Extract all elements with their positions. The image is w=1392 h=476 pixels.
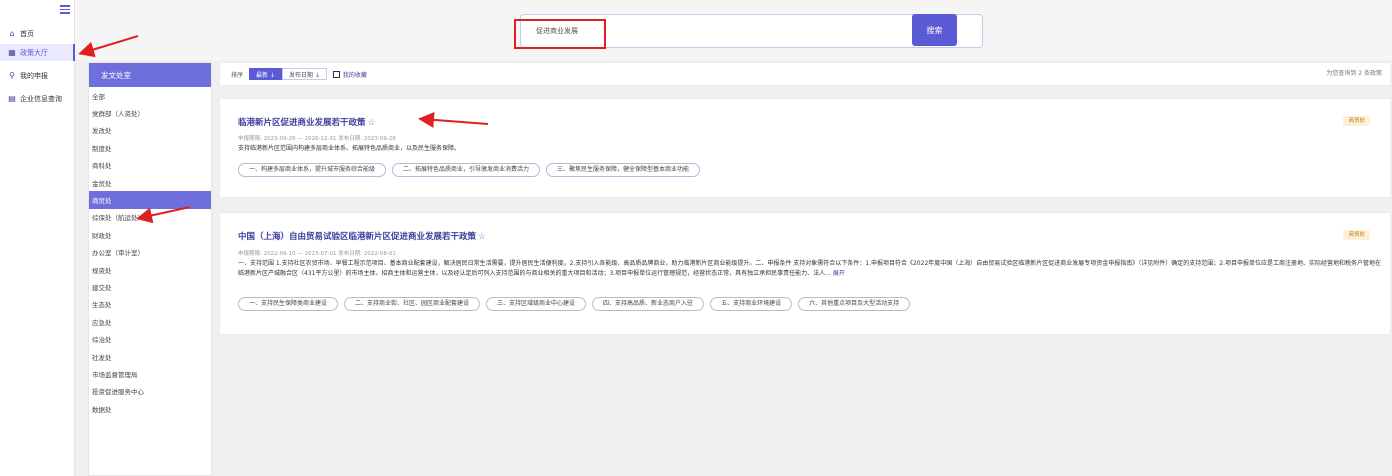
- policy-tag[interactable]: 五、支持商业环境建设: [710, 297, 793, 311]
- filter-bar: 排序 最新 ↓ 发布日期 ↓ 我的收藏 为您查询到 2 条政策: [219, 62, 1391, 86]
- department-item[interactable]: 金贸处: [89, 174, 211, 191]
- department-item[interactable]: 办公室（审计室）: [89, 244, 211, 261]
- expand-link[interactable]: 展开: [833, 270, 845, 277]
- left-navigation: ⌂ 首页 ▦ 政策大厅 ⚲ 我的申报 ▤ 企业信息查询: [0, 0, 75, 476]
- star-icon[interactable]: ☆: [478, 232, 486, 242]
- nav-item-my-applications[interactable]: ⚲ 我的申报: [0, 67, 75, 84]
- policy-tags: 一、构建多层商业体系，提升城市服务综合能级 二、拓展特色品质商业，引导激发商业消…: [238, 163, 701, 177]
- sort-date-button[interactable]: 发布日期 ↓: [281, 68, 327, 80]
- department-item[interactable]: 商科处: [89, 157, 211, 174]
- nav-item-company-lookup[interactable]: ▤ 企业信息查询: [0, 90, 75, 107]
- nav-item-label: 政策大厅: [20, 48, 48, 57]
- policy-title[interactable]: 中国（上海）自由贸易试验区临港新片区促进商业发展若干政策 ☆: [238, 230, 486, 242]
- policy-description: 支持临港新片区范围内构建多层商业体系、拓展特色品质商业，以及民生服务保障。: [238, 145, 461, 152]
- search-bar: 搜索: [75, 0, 1392, 60]
- menu-toggle-icon[interactable]: [60, 5, 70, 15]
- department-item[interactable]: 数据处: [89, 400, 211, 417]
- nav-item-policy-hall[interactable]: ▦ 政策大厅: [0, 44, 75, 61]
- policy-card: 中国（上海）自由贸易试验区临港新片区促进商业发展若干政策 ☆ 商贸处 申报期限: …: [219, 212, 1391, 335]
- search-icon: ⚲: [9, 71, 15, 80]
- grid-icon: ▦: [8, 48, 16, 57]
- search-button[interactable]: 搜索: [912, 14, 957, 46]
- result-count: 为您查询到 2 条政策: [1326, 70, 1382, 77]
- policy-tag[interactable]: 二、支持商业街、社区、园区商业配套建设: [344, 297, 481, 311]
- policy-title[interactable]: 临港新片区促进商业发展若干政策 ☆: [238, 116, 375, 128]
- department-item[interactable]: 制度处: [89, 139, 211, 156]
- favorites-label[interactable]: 我的收藏: [343, 70, 367, 79]
- department-item[interactable]: 市场监督管理局: [89, 365, 211, 382]
- policy-tag[interactable]: 一、构建多层商业体系，提升城市服务综合能级: [238, 163, 387, 177]
- department-list: 全部 党群部（人资处） 发改处 制度处 商科处 金贸处 商贸处 综保处（航运处） 财政处 办公室（…: [89, 87, 211, 417]
- department-item[interactable]: 商贸处: [89, 191, 211, 209]
- department-item[interactable]: 规资处: [89, 261, 211, 278]
- department-item[interactable]: 发改处: [89, 122, 211, 139]
- department-item[interactable]: 综治处: [89, 330, 211, 347]
- policy-title-text[interactable]: 中国（上海）自由贸易试验区临港新片区促进商业发展若干政策: [238, 232, 476, 242]
- nav-item-home[interactable]: ⌂ 首页: [0, 25, 75, 42]
- policy-tag[interactable]: 四、支持高品质、新业态商户入驻: [592, 297, 705, 311]
- sort-label: 排序: [231, 71, 244, 79]
- document-icon: ▤: [8, 94, 16, 103]
- sort-newest-button[interactable]: 最新 ↓: [249, 68, 282, 80]
- star-icon[interactable]: ☆: [368, 118, 376, 128]
- department-item[interactable]: 生态处: [89, 296, 211, 313]
- department-panel-header: 发文处室: [89, 63, 211, 87]
- department-item[interactable]: 综保处（航运处）: [89, 209, 211, 226]
- policy-meta: 申报期限: 2023-09-26 — 2026-12-31 发布日期: 2023…: [238, 136, 396, 142]
- department-item[interactable]: 建交处: [89, 278, 211, 295]
- nav-item-label: 我的申报: [20, 71, 48, 80]
- policy-title-text[interactable]: 临港新片区促进商业发展若干政策: [238, 118, 366, 128]
- policy-tag[interactable]: 二、拓展特色品质商业，引导激发商业消费活力: [392, 163, 541, 177]
- department-badge: 商贸处: [1343, 230, 1370, 240]
- nav-item-label: 首页: [20, 29, 34, 38]
- department-item[interactable]: 社发处: [89, 348, 211, 365]
- policy-tag[interactable]: 三、聚焦民生服务保障，健全保障型基本商业功能: [546, 163, 701, 177]
- policy-tag[interactable]: 一、支持民生保障类商业建设: [238, 297, 339, 311]
- policy-description-text: 一、支持范围 1.支持社区农贸市场、早餐工程示范项目、基本商业配套建设，解决居民…: [238, 260, 1381, 277]
- policy-description: 一、支持范围 1.支持社区农贸市场、早餐工程示范项目、基本商业配套建设，解决居民…: [238, 259, 1383, 287]
- policy-tag[interactable]: 六、其他重点项目及大型活动支持: [798, 297, 911, 311]
- nav-item-label: 企业信息查询: [20, 94, 62, 103]
- policy-card: 临港新片区促进商业发展若干政策 ☆ 商贸处 申报期限: 2023-09-26 — …: [219, 98, 1391, 198]
- department-panel: 发文处室 全部 党群部（人资处） 发改处 制度处 商科处 金贸处 商贸处 综保处（航运处） 财政…: [88, 62, 212, 476]
- policy-tags: 一、支持民生保障类商业建设 二、支持商业街、社区、园区商业配套建设 三、支持区域…: [238, 297, 911, 311]
- policy-meta: 申报期限: 2022-06-10 — 2023-07-01 发布日期: 2022…: [238, 251, 396, 257]
- department-item[interactable]: 应急处: [89, 313, 211, 330]
- home-icon: ⌂: [9, 29, 15, 38]
- department-item[interactable]: 全部: [89, 87, 211, 104]
- policy-tag[interactable]: 三、支持区域级商业中心建设: [486, 297, 587, 311]
- department-item[interactable]: 财政处: [89, 226, 211, 243]
- department-badge: 商贸处: [1343, 116, 1370, 126]
- favorites-checkbox[interactable]: [332, 70, 340, 78]
- department-item[interactable]: 党群部（人资处）: [89, 104, 211, 121]
- department-item[interactable]: 投资促进服务中心: [89, 383, 211, 400]
